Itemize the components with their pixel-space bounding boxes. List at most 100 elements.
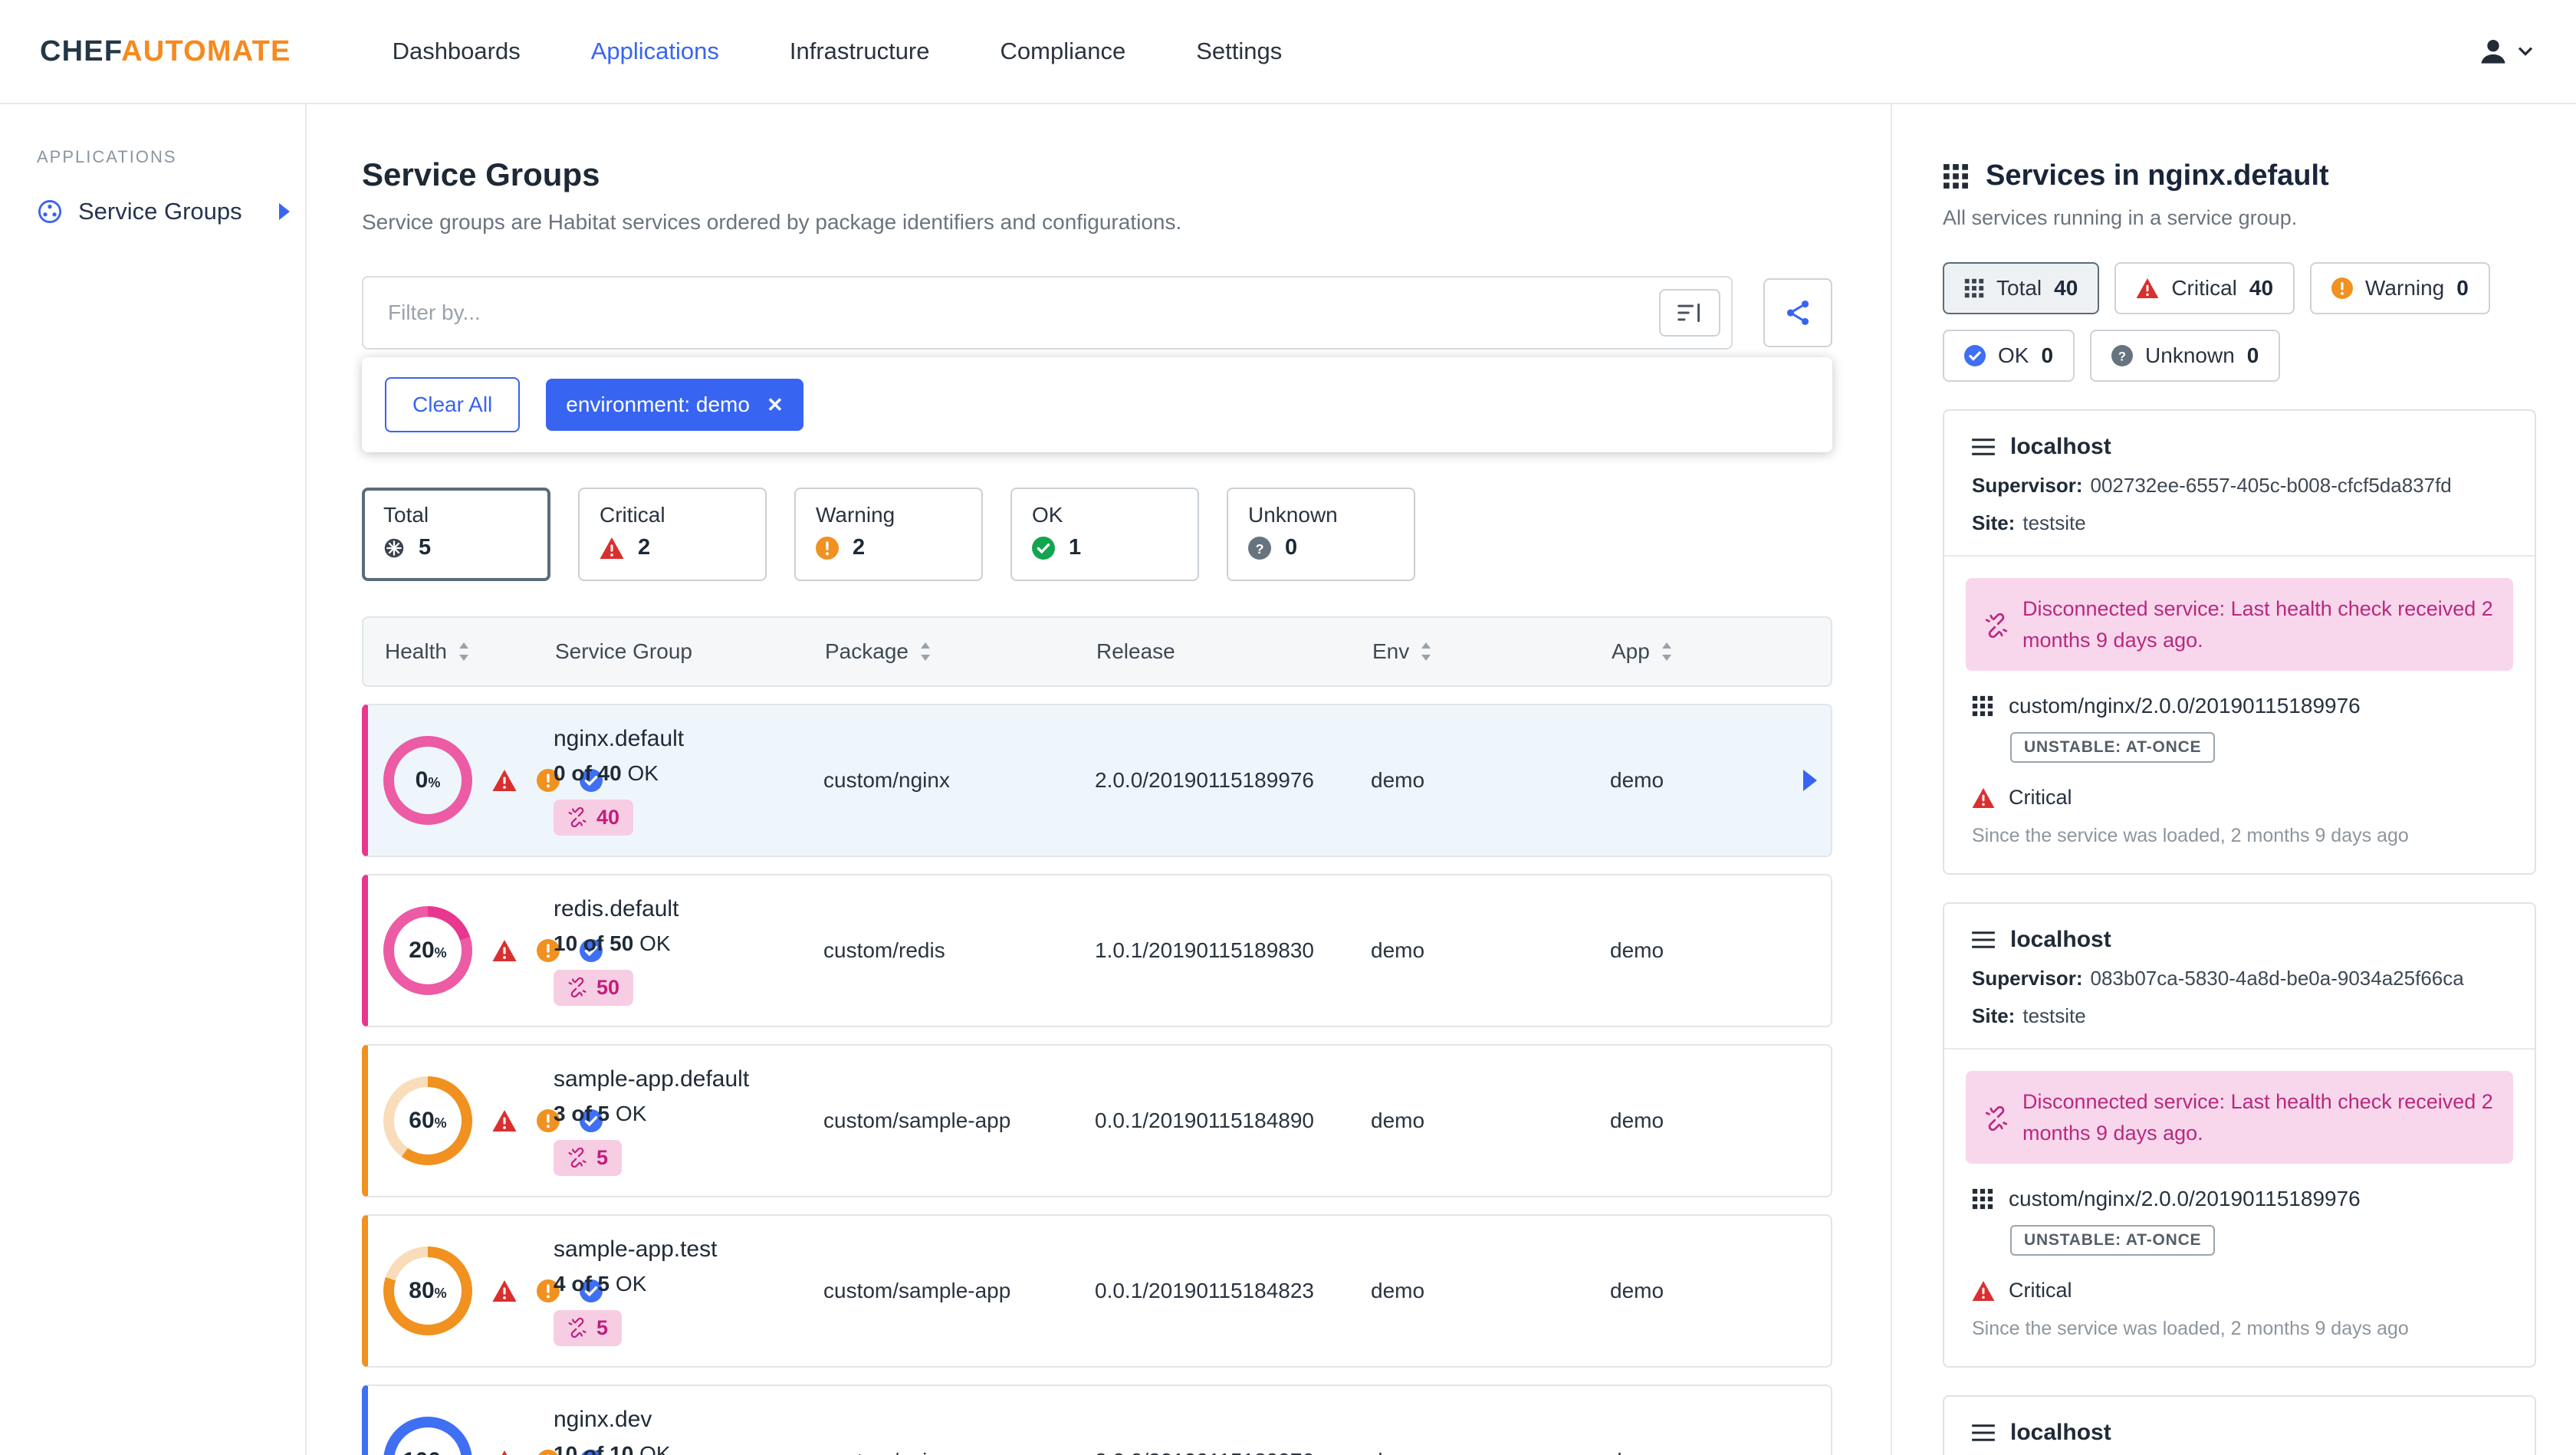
chef-automate-logo[interactable]: CHEFAUTOMATE — [40, 35, 291, 68]
service-ok-count: 10 of 10 OK — [554, 1441, 671, 1455]
service-group-name: sample-app.default — [554, 1066, 750, 1092]
share-icon — [1783, 298, 1812, 327]
pill-critical[interactable]: Critical 40 — [2114, 262, 2295, 314]
pill-label: Critical — [2171, 276, 2237, 300]
sidebar-item-label: Service Groups — [78, 198, 242, 225]
main-content: Service Groups Service groups are Habita… — [307, 104, 1891, 1455]
status-card-critical[interactable]: Critical 2 — [578, 488, 767, 581]
table-row[interactable]: 20% redis.default 10 of 50 OK 50 custom/… — [362, 874, 1832, 1027]
loaded-time: Since the service was loaded, 2 months 9… — [1972, 825, 2409, 846]
filter-button[interactable] — [1659, 289, 1720, 337]
status-card-ok[interactable]: OK 1 — [1010, 488, 1199, 581]
disconnected-count-badge: 5 — [554, 1139, 623, 1176]
package-identifier: custom/nginx/2.0.0/20190115189976 — [1966, 694, 2513, 718]
filter-row — [362, 276, 1832, 350]
service-status-label: Critical — [2009, 786, 2072, 809]
service-group-cell: nginx.dev 10 of 10 OK 10 — [554, 1407, 823, 1455]
question-circle-icon: ? — [1248, 536, 1271, 560]
chef-automate-app: CHEFAUTOMATE Dashboards Applications Inf… — [0, 0, 2576, 1455]
alert-circle-icon — [816, 536, 839, 560]
env-cell: demo — [1371, 1279, 1425, 1302]
broken-link-icon — [1984, 1088, 2009, 1148]
user-menu[interactable] — [2476, 34, 2533, 68]
chevron-right-icon — [279, 203, 290, 220]
health-cell: 0% — [383, 736, 603, 825]
release-cell: 1.0.1/20190115189830 — [1095, 938, 1314, 962]
health-cell: 80% — [383, 1246, 603, 1335]
services-grid-icon — [383, 537, 405, 559]
broken-link-icon — [567, 977, 587, 997]
status-card-warning[interactable]: Warning 2 — [794, 488, 983, 581]
filter-chip-environment-demo[interactable]: environment: demo ✕ — [546, 379, 803, 431]
package-identifier: custom/nginx/2.0.0/20190115189976 — [1966, 1187, 2513, 1211]
column-header-release[interactable]: Release — [1096, 639, 1372, 664]
broken-link-icon — [567, 1318, 587, 1338]
pill-ok[interactable]: OK 0 — [1943, 330, 2075, 382]
services-grid-icon — [1943, 163, 1969, 189]
nav-settings[interactable]: Settings — [1196, 38, 1282, 65]
service-status-line: Critical — [1966, 786, 2513, 810]
sort-arrows-icon — [1420, 642, 1432, 661]
pill-count: 40 — [2249, 276, 2274, 300]
package-name: custom/nginx/2.0.0/20190115189976 — [2009, 1187, 2361, 1210]
table-row[interactable]: 100% nginx.dev 10 of 10 OK 10 — [362, 1384, 1832, 1455]
status-card-count: 2 — [853, 535, 866, 560]
status-filter-cards: Total 5 Critical 2 Warning 2 OK 1 Unknow… — [362, 488, 1832, 581]
status-card-label: OK — [1032, 503, 1063, 527]
filter-input[interactable] — [388, 301, 1659, 325]
check-circle-icon — [1964, 345, 1986, 366]
nav-applications[interactable]: Applications — [591, 38, 719, 65]
service-groups-icon — [37, 199, 63, 225]
warning-triangle-icon — [492, 770, 517, 791]
list-icon — [1972, 1423, 1995, 1443]
nav-dashboards[interactable]: Dashboards — [393, 38, 521, 65]
donut-percent: 60% — [409, 1108, 447, 1133]
service-group-name: redis.default — [554, 895, 679, 921]
status-card-label: Total — [383, 503, 429, 527]
column-header-health[interactable]: Health — [385, 639, 555, 664]
pill-label: Warning — [2365, 276, 2445, 300]
pill-total[interactable]: Total 40 — [1943, 262, 2100, 314]
disconnected-alert: Disconnected service: Last health check … — [1966, 578, 2513, 671]
filter-dropdown: Clear All environment: demo ✕ — [362, 357, 1832, 452]
service-ok-count: 4 of 5 OK — [554, 1271, 647, 1296]
column-header-package[interactable]: Package — [825, 639, 1096, 664]
donut-percent: 100% — [402, 1448, 453, 1455]
host-name: localhost — [2010, 927, 2111, 952]
column-header-env[interactable]: Env — [1372, 639, 1612, 664]
panel-title: Services in nginx.default — [1986, 159, 2329, 192]
release-cell: 2.0.0/20190115189976 — [1095, 1449, 1371, 1455]
status-card-count: 5 — [419, 535, 432, 560]
status-card-total[interactable]: Total 5 — [362, 488, 550, 581]
filter-chip-label: environment: demo — [566, 392, 750, 416]
warning-triangle-icon — [1972, 1280, 1995, 1301]
clear-all-button[interactable]: Clear All — [385, 377, 521, 432]
table-row[interactable]: 80% sample-app.test 4 of 5 OK 5 custom/s… — [362, 1214, 1832, 1368]
logo-automate: AUTOMATE — [121, 34, 291, 67]
broken-link-icon — [567, 1148, 587, 1168]
pill-unknown[interactable]: ? Unknown 0 — [2090, 330, 2281, 382]
service-group-name: nginx.default — [554, 725, 685, 751]
broken-link-icon — [567, 807, 587, 827]
close-icon[interactable]: ✕ — [767, 395, 784, 415]
page-subtitle: Service groups are Habitat services orde… — [362, 210, 1182, 234]
share-button[interactable] — [1763, 278, 1832, 347]
health-donut: 80% — [383, 1246, 472, 1335]
host-name: localhost — [2010, 1420, 2111, 1445]
row-selected-arrow-icon[interactable] — [1803, 770, 1817, 791]
status-card-unknown[interactable]: Unknown ? 0 — [1227, 488, 1415, 581]
sidebar-item-service-groups[interactable]: Service Groups — [37, 198, 305, 225]
table-row[interactable]: 60% sample-app.default 3 of 5 OK 5 custo… — [362, 1044, 1832, 1197]
table-row[interactable]: 0% nginx.default 0 of 40 OK 40 custom/ng… — [362, 704, 1832, 857]
health-cell: 20% — [383, 906, 603, 995]
nav-compliance[interactable]: Compliance — [1001, 38, 1126, 65]
service-status-line: Critical — [1966, 1279, 2513, 1302]
column-header-service-group[interactable]: Service Group — [555, 639, 825, 664]
supervisor-id: 083b07ca-5830-4a8d-be0a-9034a25f66ca — [2090, 967, 2464, 990]
app-cell: demo — [1610, 938, 1664, 962]
nav-infrastructure[interactable]: Infrastructure — [790, 38, 930, 65]
pill-warning[interactable]: Warning 0 — [2310, 262, 2490, 314]
column-header-app[interactable]: App — [1612, 639, 1831, 664]
service-card: localhost Supervisor: 002732ee-6557-405c-… — [1943, 409, 2536, 875]
service-group-cell: sample-app.default 3 of 5 OK 5 — [554, 1066, 823, 1176]
